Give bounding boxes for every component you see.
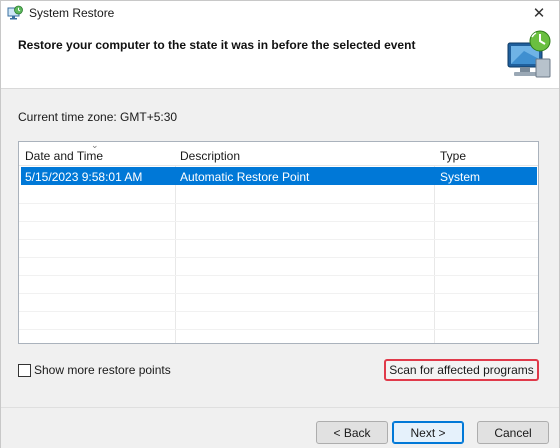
cancel-button[interactable]: Cancel xyxy=(477,421,549,444)
list-header: Date and Time ⌄ Description Type xyxy=(19,142,538,166)
row-divider xyxy=(19,203,538,204)
close-button[interactable]: ✕ xyxy=(519,1,559,25)
row-divider xyxy=(19,257,538,258)
system-restore-window: System Restore ✕ Restore your computer t… xyxy=(0,0,560,448)
wizard-header: Restore your computer to the state it wa… xyxy=(1,25,559,89)
close-icon: ✕ xyxy=(532,5,546,22)
show-more-label[interactable]: Show more restore points xyxy=(34,363,171,377)
page-heading: Restore your computer to the state it wa… xyxy=(18,38,416,52)
wizard-footer xyxy=(1,407,559,448)
show-more-checkbox[interactable] xyxy=(18,363,31,377)
column-header-date[interactable]: Date and Time xyxy=(25,149,103,163)
window-title: System Restore xyxy=(29,6,115,20)
table-row[interactable]: 5/15/2023 9:58:01 AM Automatic Restore P… xyxy=(21,167,537,185)
system-restore-icon xyxy=(7,5,23,20)
row-divider xyxy=(19,329,538,330)
restore-points-list[interactable]: Date and Time ⌄ Description Type 5/15/20… xyxy=(18,141,539,344)
row-divider xyxy=(19,311,538,312)
row-date: 5/15/2023 9:58:01 AM xyxy=(25,170,143,184)
timezone-label: Current time zone: GMT+5:30 xyxy=(18,110,178,124)
show-more-restore-points[interactable]: Show more restore points xyxy=(18,363,171,377)
column-header-type[interactable]: Type xyxy=(440,149,466,163)
row-type: System xyxy=(440,170,481,184)
sort-indicator-icon: ⌄ xyxy=(91,141,99,150)
scan-affected-programs-button[interactable]: Scan for affected programs xyxy=(384,359,539,381)
back-button[interactable]: < Back xyxy=(316,421,388,444)
title-bar: System Restore ✕ xyxy=(1,1,559,25)
row-divider xyxy=(19,221,538,222)
system-restore-monitor-icon xyxy=(507,30,551,78)
row-description: Automatic Restore Point xyxy=(180,170,310,184)
row-divider xyxy=(19,293,538,294)
column-header-description[interactable]: Description xyxy=(180,149,240,163)
row-divider xyxy=(19,275,538,276)
row-divider xyxy=(19,239,538,240)
next-button[interactable]: Next > xyxy=(392,421,464,444)
